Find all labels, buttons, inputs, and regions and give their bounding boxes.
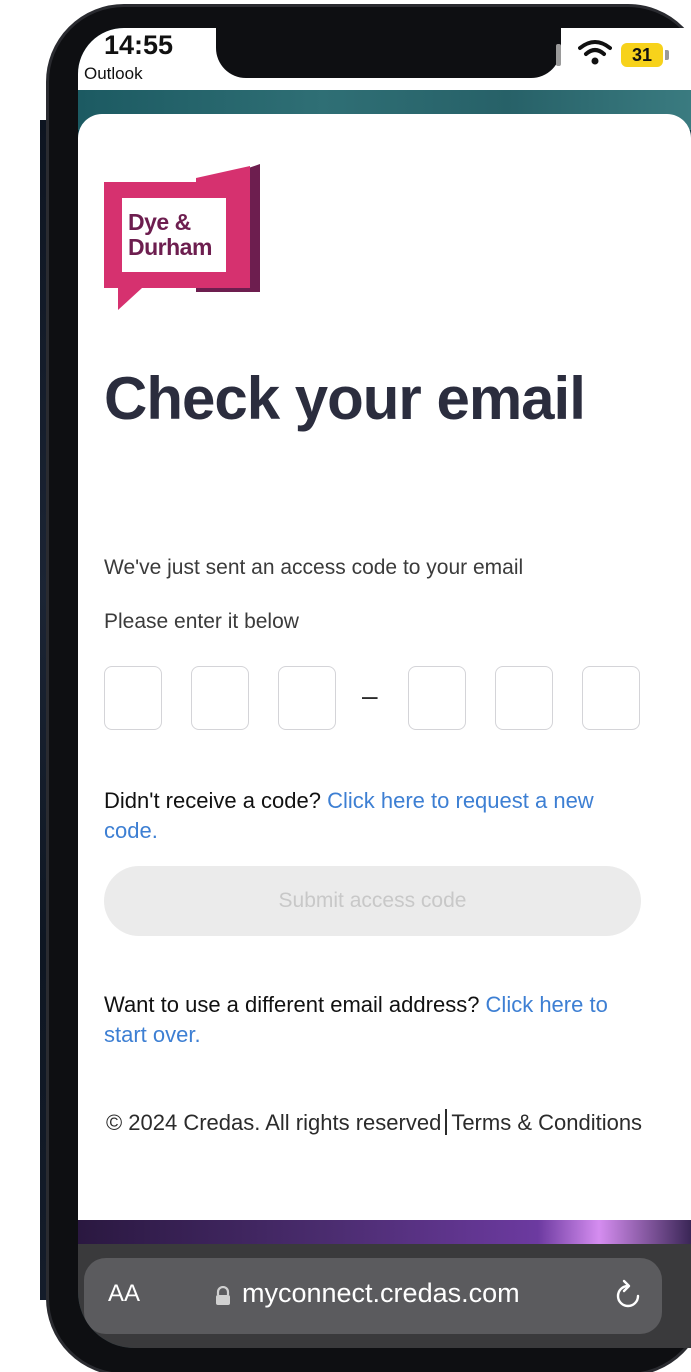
battery-tip — [665, 50, 669, 60]
battery-icon: 31 — [621, 43, 663, 67]
status-time: 14:55 — [104, 30, 174, 60]
code-digit-4[interactable] — [408, 666, 466, 730]
lock-icon — [216, 1286, 230, 1305]
status-bar: 14:55 Outlook 31 — [78, 28, 691, 98]
logo-text: Dye & Durham — [128, 210, 212, 260]
address-bar[interactable]: AA myconnect.credas.com — [84, 1258, 662, 1334]
enter-code-text: Please enter it below — [104, 610, 299, 633]
side-background — [0, 0, 48, 1372]
footer: © 2024 Credas. All rights reserved Terms … — [104, 1108, 644, 1138]
terms-conditions-link[interactable]: Terms & Conditions — [451, 1110, 642, 1135]
logo-line-2: Durham — [128, 234, 212, 260]
phone-screen: 14:55 Outlook 31 Dye & Durham Check your… — [78, 28, 691, 1348]
submit-access-code-button[interactable]: Submit access code — [104, 866, 641, 936]
copyright-text: © 2024 Credas. All rights reserved — [105, 1110, 442, 1135]
logo-line-1: Dye & — [128, 209, 191, 235]
resend-code-paragraph: Didn't receive a code? Click here to req… — [104, 786, 644, 846]
url-text: myconnect.credas.com — [242, 1278, 520, 1308]
code-digit-6[interactable] — [582, 666, 640, 730]
notch — [216, 28, 561, 78]
content-card: Dye & Durham Check your email We've just… — [78, 114, 691, 1220]
start-over-paragraph: Want to use a different email address? C… — [104, 990, 644, 1050]
text-size-button[interactable]: AA — [108, 1280, 140, 1308]
wifi-icon — [578, 40, 612, 65]
start-over-prefix: Want to use a different email address? — [104, 992, 486, 1017]
footer-divider — [445, 1109, 448, 1135]
code-digit-2[interactable] — [191, 666, 249, 730]
cellular-signal-icon — [556, 44, 561, 66]
resend-code-prefix: Didn't receive a code? — [104, 788, 328, 813]
reload-icon[interactable] — [612, 1278, 644, 1312]
code-separator: – — [362, 680, 378, 711]
back-to-app-link[interactable]: Outlook — [84, 64, 143, 84]
stage: 14:55 Outlook 31 Dye & Durham Check your… — [0, 0, 691, 1372]
code-digit-5[interactable] — [495, 666, 553, 730]
sent-code-text: We've just sent an access code to your e… — [104, 556, 524, 579]
page-title: Check your email — [104, 365, 586, 432]
code-digit-1[interactable] — [104, 666, 162, 730]
browser-toolbar: AA myconnect.credas.com — [78, 1244, 691, 1348]
code-digit-3[interactable] — [278, 666, 336, 730]
